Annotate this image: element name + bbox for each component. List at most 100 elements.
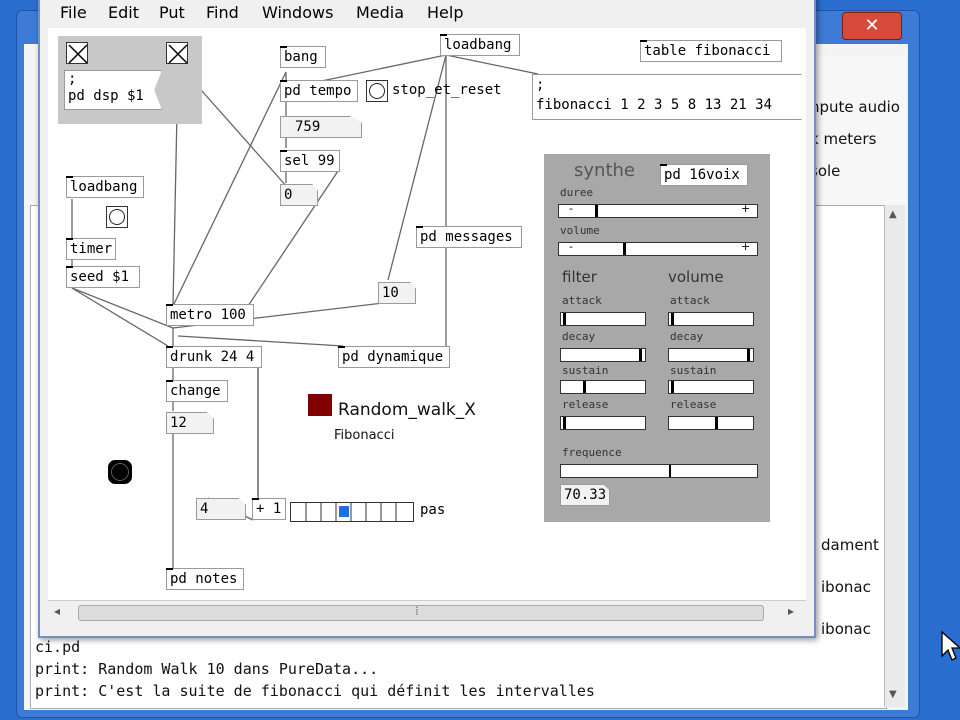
tempo-number[interactable]: 759 <box>280 116 362 138</box>
loadbang-left-object[interactable]: loadbang <box>66 176 144 198</box>
patch-horizontal-scrollbar[interactable]: ◂ ⁞ ▸ <box>48 600 806 625</box>
fib-msg-semicolon: ; <box>536 77 545 93</box>
slider-knob[interactable] <box>671 313 674 325</box>
compute-audio-option[interactable]: npute audio <box>810 98 900 116</box>
slider-knob[interactable] <box>715 417 718 429</box>
filter-decay-label: decay <box>562 330 596 343</box>
console-scrollbar[interactable]: ▲ ▼ <box>884 205 905 707</box>
filter-attack-label: attack <box>562 294 602 307</box>
hradio-cells <box>305 503 397 521</box>
drunk-object[interactable]: drunk 24 4 <box>166 346 262 368</box>
peak-meters-option[interactable]: k meters <box>810 130 876 148</box>
close-window-button[interactable]: ✕ <box>842 12 902 40</box>
scroll-up-icon[interactable]: ▲ <box>889 209 897 220</box>
seed-object[interactable]: seed $1 <box>66 266 140 288</box>
change-object[interactable]: change <box>166 380 228 402</box>
volume-main-slider[interactable]: - + <box>558 240 758 256</box>
bang-object[interactable]: bang <box>280 46 326 68</box>
hradio[interactable] <box>290 502 414 522</box>
filter-release-slider[interactable] <box>560 416 646 430</box>
pd-notes-object[interactable]: pd notes <box>166 568 244 590</box>
slider-knob[interactable] <box>583 381 586 393</box>
pd-dynamique-object[interactable]: pd dynamique <box>338 346 450 368</box>
scroll-down-icon[interactable]: ▼ <box>889 689 897 700</box>
frequence-label: frequence <box>562 446 622 459</box>
console-line: print: C'est la suite de fibonacci qui d… <box>35 682 595 700</box>
pd-messages-object[interactable]: pd messages <box>416 226 522 248</box>
duree-slider[interactable]: - + <box>558 202 758 218</box>
slider-knob[interactable] <box>595 205 598 217</box>
menu-find[interactable]: Find <box>206 3 239 22</box>
filter-decay-slider[interactable] <box>560 348 646 362</box>
console-fragment: ibonac <box>821 578 871 596</box>
synthe-title: synthe <box>574 160 635 181</box>
filter-sustain-slider[interactable] <box>560 380 646 394</box>
fibonacci-subtitle: Fibonacci <box>334 428 395 443</box>
slider-knob[interactable] <box>639 349 642 361</box>
filter-heading: filter <box>562 268 597 286</box>
pd-dsp-message[interactable]: ; pd dsp $1 <box>64 70 162 110</box>
scroll-right-icon[interactable]: ▸ <box>788 604 794 618</box>
dsp-toggle[interactable] <box>66 42 88 64</box>
console-line: print: Random Walk 10 dans PureData... <box>35 660 379 678</box>
fib-msg-values: fibonacci 1 2 3 5 8 13 21 34 <box>536 97 773 113</box>
volume-decay-label: decay <box>670 330 704 343</box>
metro-object[interactable]: metro 100 <box>166 304 254 326</box>
loadbang-top-object[interactable]: loadbang <box>440 34 520 56</box>
slider-knob[interactable] <box>563 313 566 325</box>
volume-attack-slider[interactable] <box>668 312 754 326</box>
slider-knob[interactable] <box>747 349 750 361</box>
note-number[interactable]: 12 <box>166 412 214 434</box>
filter-release-label: release <box>562 398 609 411</box>
duree-label: duree <box>560 186 594 199</box>
counter-number[interactable]: 0 <box>280 184 318 206</box>
minus-icon: - <box>569 202 573 215</box>
slider-knob[interactable] <box>623 243 626 255</box>
menu-help[interactable]: Help <box>427 3 463 22</box>
plus-one-object[interactable]: + 1 <box>252 498 286 520</box>
stop-label: stop_et_reset <box>392 82 502 98</box>
pas-label: pas <box>420 502 446 518</box>
volume-main-label: volume <box>560 224 600 237</box>
frequence-number[interactable]: 70.33 <box>560 484 610 506</box>
scroll-left-icon[interactable]: ◂ <box>54 604 60 618</box>
pd-16voix-object[interactable]: pd 16voix <box>660 164 748 186</box>
sel-99-object[interactable]: sel 99 <box>280 150 340 172</box>
stop-bang[interactable] <box>366 80 388 102</box>
menu-file[interactable]: File <box>60 3 87 22</box>
slider-knob[interactable] <box>671 381 674 393</box>
table-fibonacci-object[interactable]: table fibonacci <box>640 40 782 62</box>
volume-decay-slider[interactable] <box>668 348 754 362</box>
volume-sustain-slider[interactable] <box>668 380 754 394</box>
volume-sustain-label: sustain <box>670 364 717 377</box>
timer-object[interactable]: timer <box>66 238 116 260</box>
console-fragment: ibonac <box>821 620 871 638</box>
ten-number[interactable]: 10 <box>378 282 416 304</box>
menu-put[interactable]: Put <box>159 3 185 22</box>
menu-edit[interactable]: Edit <box>108 3 139 22</box>
filter-attack-slider[interactable] <box>560 312 646 326</box>
slider-knob[interactable] <box>669 465 671 477</box>
filter-sustain-label: sustain <box>562 364 609 377</box>
pd-tempo-object[interactable]: pd tempo <box>280 80 358 102</box>
volume-heading: volume <box>668 268 724 286</box>
volume-attack-label: attack <box>670 294 710 307</box>
fibonacci-message[interactable]: ; fibonacci 1 2 3 5 8 13 21 34 <box>532 74 802 120</box>
timer-bang[interactable] <box>106 206 128 228</box>
minus-icon: - <box>569 240 573 253</box>
slider-knob[interactable] <box>563 417 566 429</box>
menu-windows[interactable]: Windows <box>262 3 333 22</box>
grip-icon: ⁞ <box>415 604 419 618</box>
metro-toggle[interactable] <box>166 42 188 64</box>
menu-media[interactable]: Media <box>356 3 404 22</box>
console-fragment: dament <box>821 536 879 554</box>
plus-icon: + <box>741 202 751 215</box>
volume-release-slider[interactable] <box>668 416 754 430</box>
volume-release-label: release <box>670 398 717 411</box>
patch-canvas[interactable]: ; pd dsp $1 bang pd tempo stop_et_reset … <box>48 28 806 600</box>
frequence-slider[interactable] <box>560 464 758 478</box>
scroll-thumb[interactable]: ⁞ <box>78 604 764 621</box>
console-line: ci.pd <box>35 638 81 656</box>
pas-number[interactable]: 4 <box>196 498 246 520</box>
note-bang-filled[interactable] <box>108 460 132 484</box>
